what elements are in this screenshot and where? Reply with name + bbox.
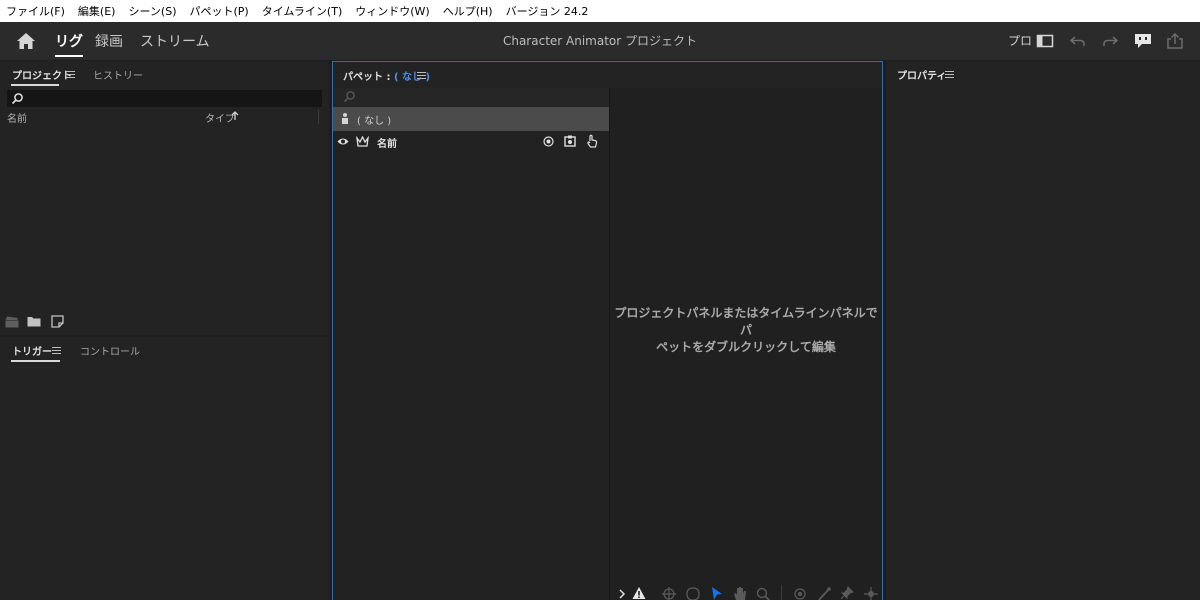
panel-menu-icon[interactable] (417, 72, 426, 79)
tab-underline (11, 84, 59, 86)
layer-header-row: 名前 (333, 132, 609, 152)
workspace-tab-stream[interactable]: ストリーム (140, 22, 210, 60)
menu-help[interactable]: ヘルプ(H) (443, 3, 493, 19)
dragger-tool-icon[interactable] (864, 586, 878, 600)
panel-menu-icon[interactable] (945, 71, 954, 78)
puppet-figure-icon (342, 113, 348, 124)
crown-icon[interactable] (356, 136, 369, 147)
selected-puppet-name: ( なし ) (357, 116, 392, 127)
tab-underline (11, 360, 60, 362)
menu-scene[interactable]: シーン(S) (128, 3, 176, 19)
properties-panel: プロパティ (886, 61, 1200, 600)
puppet-layer-list: ( なし ) 名前 (333, 88, 609, 600)
expand-toolbar-icon[interactable] (618, 586, 626, 600)
layer-name-header: 名前 (377, 139, 397, 150)
panel-menu-icon[interactable] (66, 71, 75, 78)
project-panel: プロジェクト ヒストリー 名前 タイプ (0, 61, 329, 335)
search-icon (11, 93, 23, 105)
redo-icon[interactable] (1101, 33, 1119, 49)
undo-icon[interactable] (1069, 33, 1087, 49)
project-search-input[interactable] (27, 90, 318, 107)
menu-window[interactable]: ウィンドウ(W) (355, 3, 429, 19)
zoom-tool-icon[interactable] (756, 586, 770, 600)
panel-divider (609, 88, 610, 600)
menu-edit[interactable]: 編集(E) (78, 3, 116, 19)
menu-bar: ファイル(F) 編集(E) シーン(S) パペット(P) タイムライン(T) ウ… (0, 0, 1200, 22)
new-item-icon[interactable] (51, 315, 64, 328)
app-header: リグ 録画 ストリーム Character Animator プロジェクト プロ (0, 22, 1200, 60)
origin-tool-icon[interactable] (793, 586, 807, 600)
column-header-name[interactable]: 名前 (7, 110, 27, 125)
select-tool-icon[interactable] (710, 586, 724, 600)
empty-state-message: プロジェクトパネルまたはタイムラインパネルでパ ペットをダブルクリックして編集 (612, 305, 880, 356)
menu-file[interactable]: ファイル(F) (6, 3, 65, 19)
empty-state-line-1: プロジェクトパネルまたはタイムラインパネルでパ (614, 306, 878, 337)
tab-triggers[interactable]: トリガー (12, 343, 52, 358)
properties-panel-tabs: プロパティ (886, 61, 1200, 87)
transform-tool-icon[interactable] (662, 586, 676, 600)
search-icon (343, 91, 355, 103)
panel-menu-icon[interactable] (52, 347, 61, 354)
feedback-icon[interactable] (1134, 33, 1152, 49)
selected-puppet-row[interactable]: ( なし ) (333, 107, 609, 131)
menu-puppet[interactable]: パペット(P) (189, 3, 248, 19)
eye-icon[interactable] (337, 137, 349, 146)
toolbar-divider (781, 585, 782, 600)
menu-timeline[interactable]: タイムライン(T) (262, 3, 343, 19)
workspace-tab-rig[interactable]: リグ (55, 22, 83, 60)
home-icon[interactable] (16, 32, 36, 50)
tab-properties[interactable]: プロパティ (897, 67, 946, 82)
puppet-search (333, 88, 609, 106)
independent-icon[interactable] (564, 135, 576, 147)
pro-label[interactable]: プロ (1008, 22, 1032, 60)
new-scene-icon[interactable] (5, 316, 19, 328)
project-search (7, 90, 322, 107)
hand-tool-icon[interactable] (733, 586, 747, 600)
pin-tool-icon[interactable] (840, 586, 854, 600)
trigger-panel-tabs: トリガー コントロール (0, 337, 329, 363)
sort-ascending-icon (231, 111, 239, 120)
puppet-panel-tabs: パペット : ( なし ) (333, 62, 882, 88)
empty-state-line-2: ペットをダブルクリックして編集 (656, 340, 836, 354)
workspace-tab-record[interactable]: 録画 (95, 22, 123, 60)
tab-controls[interactable]: コントロール (80, 343, 140, 358)
stick-tool-icon[interactable] (817, 586, 831, 600)
menu-version[interactable]: バージョン 24.2 (506, 3, 589, 19)
tab-project[interactable]: プロジェクト (12, 67, 72, 82)
lasso-tool-icon[interactable] (686, 586, 700, 600)
warning-icon[interactable] (632, 586, 646, 600)
new-folder-icon[interactable] (27, 316, 41, 327)
origin-icon[interactable] (543, 136, 554, 147)
tab-history[interactable]: ヒストリー (93, 67, 143, 82)
puppet-search-input[interactable] (359, 88, 605, 105)
puppet-tab-label: パペット : (343, 72, 394, 83)
share-icon[interactable] (1166, 33, 1184, 49)
project-panel-tabs: プロジェクト ヒストリー (0, 61, 329, 87)
panel-layout-icon[interactable] (1036, 33, 1054, 49)
trigger-panel: トリガー コントロール (0, 337, 329, 600)
touch-icon[interactable] (586, 134, 598, 148)
column-divider (318, 110, 319, 124)
